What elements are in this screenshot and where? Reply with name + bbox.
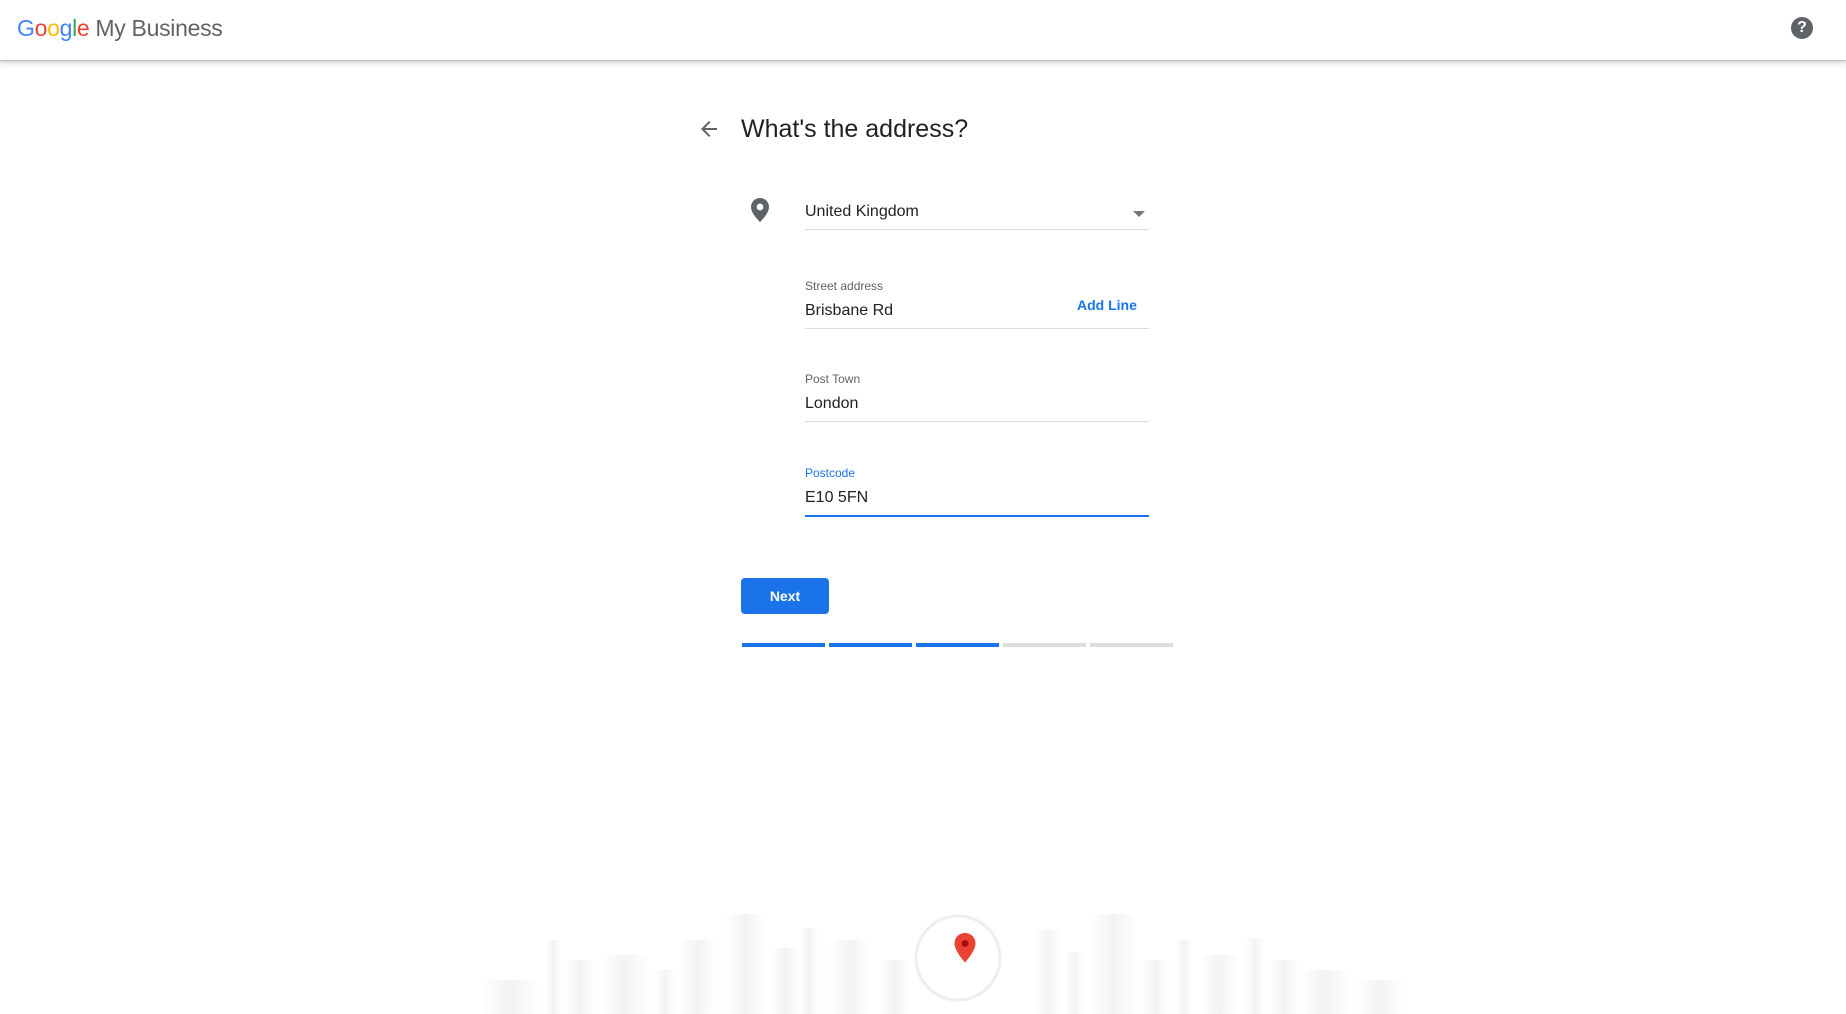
country-select[interactable]: United Kingdom bbox=[805, 201, 1149, 230]
postcode-field[interactable]: Postcode E10 5FN bbox=[805, 465, 1149, 517]
next-button[interactable]: Next bbox=[741, 578, 829, 614]
google-my-business-logo[interactable]: Google My Business bbox=[17, 15, 223, 43]
page-title: What's the address? bbox=[741, 115, 969, 143]
country-value: United Kingdom bbox=[805, 203, 919, 220]
logo-letter: e bbox=[76, 15, 90, 41]
add-line-button[interactable]: Add Line bbox=[1077, 297, 1137, 313]
product-name: My Business bbox=[95, 15, 223, 41]
field-underline bbox=[805, 328, 1149, 329]
post-town-field[interactable]: Post Town London bbox=[805, 371, 1149, 422]
logo-letter: G bbox=[17, 15, 35, 41]
postcode-label: Postcode bbox=[805, 466, 856, 480]
field-underline-focused bbox=[805, 515, 1149, 517]
progress-segment bbox=[916, 643, 999, 647]
location-pin-icon bbox=[751, 198, 769, 222]
post-town-label: Post Town bbox=[805, 372, 861, 386]
logo-letter: o bbox=[47, 15, 60, 41]
post-town-input[interactable]: London bbox=[805, 393, 1149, 417]
app-header: Google My Business ? bbox=[0, 0, 1846, 60]
logo-letter: g bbox=[59, 15, 73, 41]
progress-indicator bbox=[742, 643, 1173, 647]
chevron-down-icon bbox=[1133, 211, 1145, 217]
progress-segment bbox=[742, 643, 825, 647]
help-icon[interactable]: ? bbox=[1791, 17, 1813, 39]
back-arrow-icon[interactable] bbox=[697, 117, 721, 141]
progress-segment bbox=[1090, 643, 1173, 647]
field-underline bbox=[805, 421, 1149, 422]
city-skyline-illustration bbox=[480, 914, 1405, 1014]
field-underline bbox=[805, 229, 1149, 230]
logo-letter: o bbox=[34, 15, 48, 41]
postcode-input[interactable]: E10 5FN bbox=[805, 487, 1149, 511]
progress-segment bbox=[829, 643, 912, 647]
street-address-label: Street address bbox=[805, 279, 884, 293]
progress-segment bbox=[1003, 643, 1086, 647]
